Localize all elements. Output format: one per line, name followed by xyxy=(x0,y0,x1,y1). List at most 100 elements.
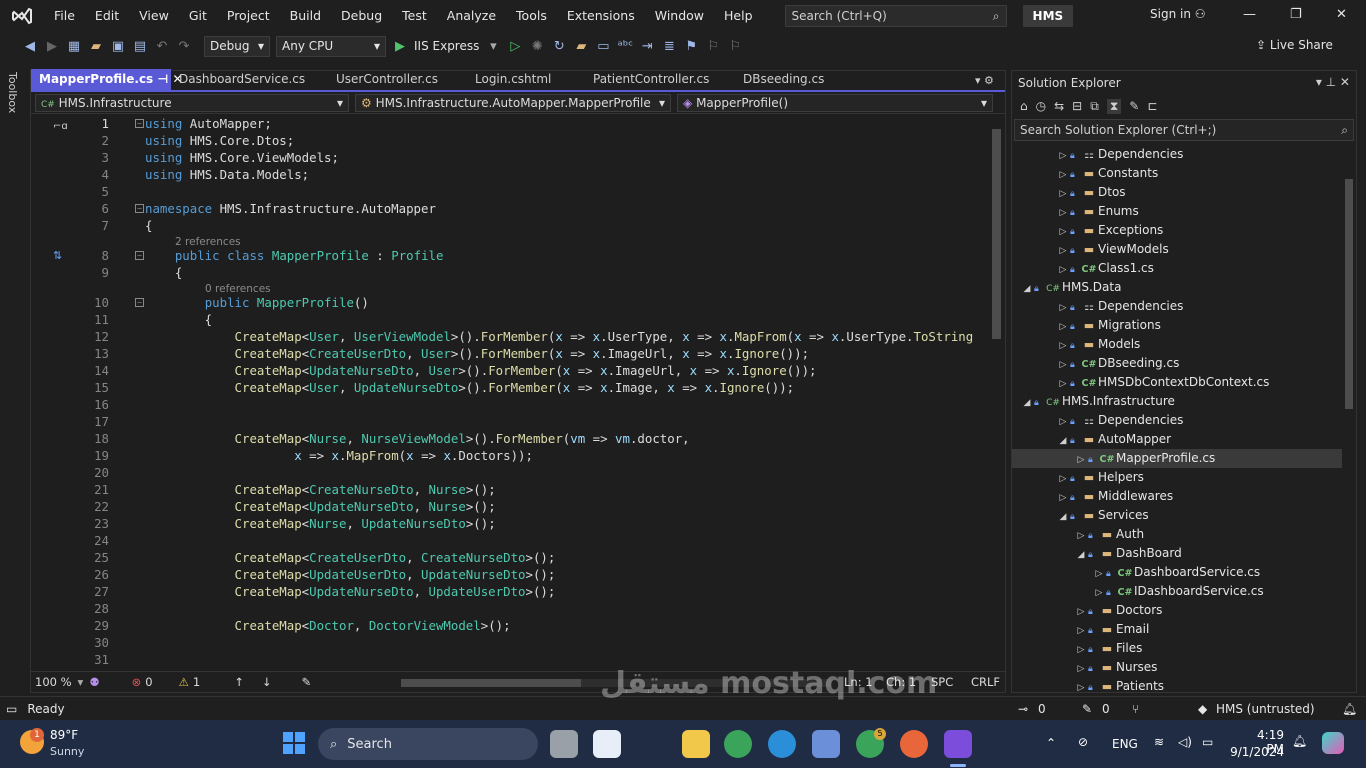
menu-test[interactable]: Test xyxy=(392,0,437,32)
tab-mapperprofile-cs[interactable]: MapperProfile.cs ⊣ ✕ xyxy=(31,69,183,90)
tree-node-dashboardservice-cs[interactable]: ▷ 🔒︎ C# DashboardService.cs xyxy=(1012,563,1342,582)
code-line-11[interactable]: 11 { xyxy=(31,311,989,328)
notepad-icon[interactable] xyxy=(593,730,621,758)
scrollbar-thumb[interactable] xyxy=(992,129,1001,339)
home-icon[interactable]: ⌂ xyxy=(1020,99,1028,113)
tree-node-dependencies[interactable]: ▷ 🔒︎ ⚏ Dependencies xyxy=(1012,145,1342,164)
taskbar-search[interactable]: ⌕ Search xyxy=(318,728,538,760)
code-line-2[interactable]: 2 using HMS.Core.Dtos; xyxy=(31,132,989,149)
menu-window[interactable]: Window xyxy=(645,0,714,32)
network-off-icon[interactable]: ⊘ xyxy=(1078,735,1088,749)
tree-node-dtos[interactable]: ▷ 🔒︎ ▬ Dtos xyxy=(1012,183,1342,202)
brush-icon[interactable]: ✎ xyxy=(302,675,312,689)
prev-bookmark-icon[interactable]: ⚐ xyxy=(705,39,721,54)
code-line-15[interactable]: 15 CreateMap<User, UpdateNurseDto>().For… xyxy=(31,379,989,396)
menu-extensions[interactable]: Extensions xyxy=(557,0,645,32)
git-commit-icon[interactable]: ⊸ xyxy=(1018,702,1028,716)
expand-arrow-icon[interactable]: ▷ xyxy=(1074,679,1088,691)
code-line-28[interactable]: 28 xyxy=(31,600,989,617)
repo-status[interactable]: HMS (untrusted) xyxy=(1216,702,1315,716)
tree-node-viewmodels[interactable]: ▷ 🔒︎ ▬ ViewModels xyxy=(1012,240,1342,259)
tree-node-hmsdbcontextdbcontext-cs[interactable]: ▷ 🔒︎ C# HMSDbContextDbContext.cs xyxy=(1012,373,1342,392)
code-line-4[interactable]: 4 using HMS.Data.Models; xyxy=(31,166,989,183)
code-line-3[interactable]: 3 using HMS.Core.ViewModels; xyxy=(31,149,989,166)
tree-node-constants[interactable]: ▷ 🔒︎ ▬ Constants xyxy=(1012,164,1342,183)
member-dropdown[interactable]: ◈ MapperProfile() ▾ xyxy=(677,93,993,112)
windows-start-icon[interactable] xyxy=(283,732,305,754)
hot-reload-icon[interactable]: ✺ xyxy=(529,39,545,54)
run-target-label[interactable]: IIS Express xyxy=(414,39,479,53)
code-line-12[interactable]: 12 CreateMap<User, UserViewModel>().ForM… xyxy=(31,328,989,345)
tab-patientcontroller-cs[interactable]: PatientController.cs xyxy=(585,69,735,90)
start-debugging-icon[interactable]: ▶ xyxy=(392,39,408,54)
back-icon[interactable]: ◀ xyxy=(22,39,38,54)
collapse-region-icon[interactable]: − xyxy=(135,119,144,128)
tree-node-services[interactable]: ◢ 🔒︎ ▬ Services xyxy=(1012,506,1342,525)
pencil-icon[interactable]: ✎ xyxy=(1082,702,1092,716)
arrow-up-icon[interactable]: ↑ xyxy=(234,675,244,689)
project-dropdown[interactable]: C# HMS.Infrastructure ▾ xyxy=(35,93,349,112)
menu-file[interactable]: File xyxy=(44,0,85,32)
undo-icon[interactable]: ↶ xyxy=(154,39,170,54)
code-line-30[interactable]: 30 xyxy=(31,634,989,651)
code-line-10[interactable]: 10 − public MapperProfile() xyxy=(31,294,989,311)
clock-date[interactable]: 9/1/2024 xyxy=(1226,745,1284,759)
menu-help[interactable]: Help xyxy=(714,0,763,32)
tree-node-enums[interactable]: ▷ 🔒︎ ▬ Enums xyxy=(1012,202,1342,221)
tree-node-dependencies[interactable]: ▷ 🔒︎ ⚏ Dependencies xyxy=(1012,411,1342,430)
line-ending-indicator[interactable]: CRLF xyxy=(971,675,1000,689)
forward-icon[interactable]: ▶ xyxy=(44,39,60,54)
tab-login-cshtml[interactable]: Login.cshtml xyxy=(467,69,585,90)
collapse-all-icon[interactable]: ⊟ xyxy=(1072,99,1082,113)
code-line-17[interactable]: 17 xyxy=(31,413,989,430)
next-bookmark-icon[interactable]: ⚐ xyxy=(727,39,743,54)
notification-bell-icon[interactable]: 🔔︎ xyxy=(1292,734,1307,748)
collapse-region-icon[interactable]: − xyxy=(135,204,144,213)
notification-bell-icon[interactable]: 🔔︎ xyxy=(1342,702,1357,716)
platform-select[interactable]: Any CPU ▾ xyxy=(276,35,386,57)
edit-count[interactable]: 0 xyxy=(1102,702,1110,716)
language-indicator[interactable]: ENG xyxy=(1112,737,1138,751)
volume-icon[interactable]: ◁) xyxy=(1178,735,1192,749)
code-line-29[interactable]: 29 CreateMap<Doctor, DoctorViewModel>(); xyxy=(31,617,989,634)
tree-node-dashboard[interactable]: ◢ 🔒︎ ▬ DashBoard xyxy=(1012,544,1342,563)
save-all-icon[interactable]: ▤ xyxy=(132,39,148,54)
browse-folder-icon[interactable]: ▰ xyxy=(573,39,589,54)
visual-studio-logo-icon[interactable] xyxy=(0,0,44,32)
menu-build[interactable]: Build xyxy=(280,0,331,32)
battery-icon[interactable]: ▭ xyxy=(1202,735,1213,749)
menu-tools[interactable]: Tools xyxy=(506,0,557,32)
tree-node-automapper[interactable]: ◢ 🔒︎ ▬ AutoMapper xyxy=(1012,430,1342,449)
panel-controls-icon[interactable]: ▾ ⊥ ✕ xyxy=(1316,75,1350,89)
menu-git[interactable]: Git xyxy=(179,0,217,32)
properties-icon[interactable]: ✎ xyxy=(1129,99,1139,113)
visual-studio-taskbar-icon[interactable] xyxy=(944,730,972,758)
inheritance-margin-icon[interactable]: ⇅ xyxy=(53,249,62,262)
wifi-icon[interactable]: ≋ xyxy=(1154,735,1164,749)
branch-icon[interactable]: ⑂ xyxy=(1132,702,1139,716)
layout-icon[interactable]: ▭ xyxy=(595,39,611,54)
menu-debug[interactable]: Debug xyxy=(331,0,392,32)
menu-view[interactable]: View xyxy=(129,0,179,32)
toolbox-tab[interactable]: Toolbox xyxy=(6,72,19,113)
class-dropdown[interactable]: ⚙ HMS.Infrastructure.AutoMapper.MapperPr… xyxy=(355,93,671,112)
sync-icon[interactable]: ⇆ xyxy=(1054,99,1064,113)
tree-node-mapperprofile-cs[interactable]: ▷ 🔒︎ C# MapperProfile.cs xyxy=(1012,449,1342,468)
tree-node-email[interactable]: ▷ 🔒︎ ▬ Email xyxy=(1012,620,1342,639)
remote-desktop-icon[interactable] xyxy=(812,730,840,758)
code-line-20[interactable]: 20 xyxy=(31,464,989,481)
redo-icon[interactable]: ↷ xyxy=(176,39,192,54)
tree-node-dbseeding-cs[interactable]: ▷ 🔒︎ C# DBseeding.cs xyxy=(1012,354,1342,373)
tab-dashboardservice-cs[interactable]: DashboardService.cs xyxy=(171,69,328,90)
step-icon[interactable]: ⇥ xyxy=(639,39,655,54)
tree-node-auth[interactable]: ▷ 🔒︎ ▬ Auth xyxy=(1012,525,1342,544)
menu-analyze[interactable]: Analyze xyxy=(437,0,506,32)
weather-temp[interactable]: 89°F xyxy=(50,728,78,742)
code-line-13[interactable]: 13 CreateMap<CreateUserDto, User>().ForM… xyxy=(31,345,989,362)
tree-node-helpers[interactable]: ▷ 🔒︎ ▬ Helpers xyxy=(1012,468,1342,487)
code-line-16[interactable]: 16 xyxy=(31,396,989,413)
tab-overflow-icon[interactable]: ▾ ⚙ xyxy=(975,74,994,87)
chevron-up-icon[interactable]: ⌃ xyxy=(1046,736,1056,750)
commit-count[interactable]: 0 xyxy=(1038,702,1046,716)
code-line-18[interactable]: 18 CreateMap<Nurse, NurseViewModel>().Fo… xyxy=(31,430,989,447)
